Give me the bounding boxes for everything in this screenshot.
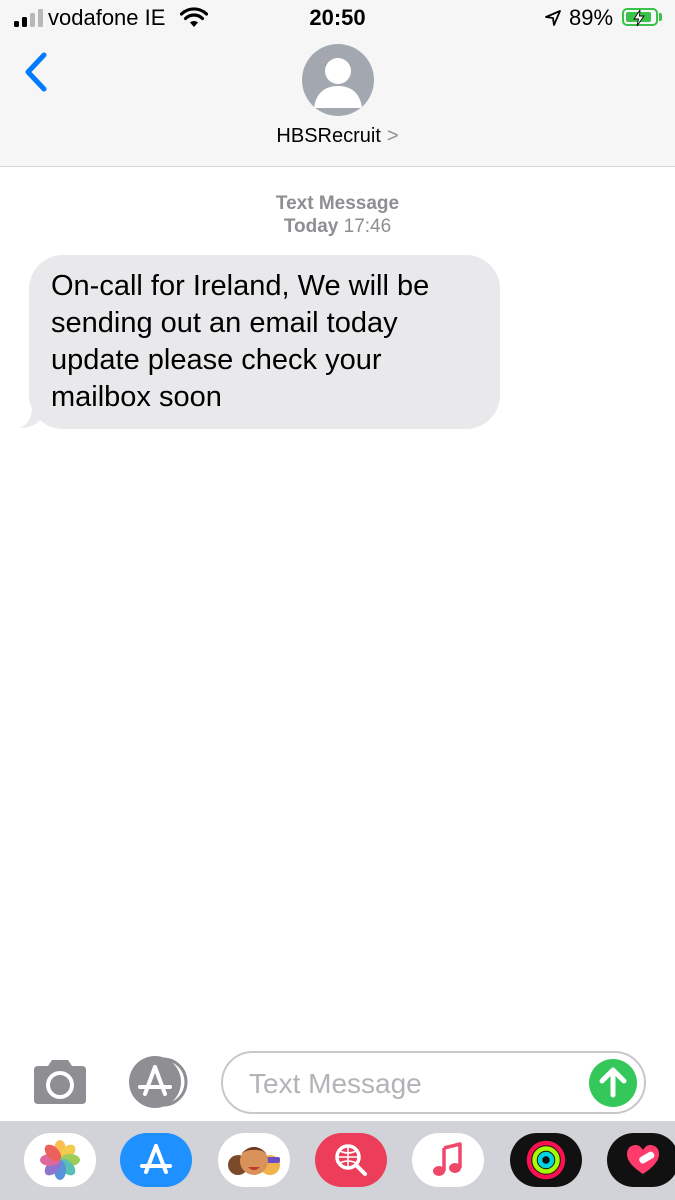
search-web-icon [335,1144,367,1176]
message-input[interactable] [247,1063,581,1105]
memoji-app-button[interactable] [218,1133,290,1187]
battery-percentage: 89% [569,5,614,30]
contact-avatar[interactable] [302,44,374,116]
app-store-app-button[interactable] [120,1133,192,1187]
activity-app-button[interactable] [510,1133,582,1187]
contact-name-button[interactable]: HBSRecruit > [0,125,675,148]
person-icon [314,58,362,108]
status-bar: vodafone IE 20:50 89% [0,0,675,36]
message-day-label: Today [283,216,339,237]
navigation-header: vodafone IE 20:50 89% HBSRecruit > [0,0,675,167]
arrow-up-icon [599,1067,627,1098]
photos-icon [40,1140,80,1180]
memoji-icon [228,1147,280,1175]
heart-sticker-icon [627,1145,659,1174]
activity-icon [526,1140,566,1180]
app-store-icon [140,1144,172,1174]
message-type-label: Text Message [275,193,400,214]
contact-name: HBSRecruit [276,125,381,147]
battery-icon [622,8,658,27]
location-arrow-icon [545,10,561,26]
charging-bolt-icon [633,9,645,27]
heart-sticker-app-button[interactable] [607,1133,675,1187]
camera-button[interactable] [30,1058,90,1106]
imessage-app-drawer [0,1121,675,1200]
photos-app-button[interactable] [24,1133,96,1187]
music-icon [433,1142,462,1176]
message-input-field[interactable] [221,1051,646,1114]
app-store-button[interactable] [125,1056,191,1108]
music-app-button[interactable] [412,1133,484,1187]
incoming-message-bubble[interactable]: On-call for Ireland, We will be sending … [29,255,500,429]
message-time-label: 17:46 [343,216,392,237]
back-button[interactable] [20,52,54,92]
message-timestamp: Text Message Today 17:46 [0,192,675,238]
send-button[interactable] [589,1059,637,1107]
chevron-right-icon: > [386,125,399,147]
web-search-app-button[interactable] [315,1133,387,1187]
message-text: On-call for Ireland, We will be sending … [51,270,430,413]
